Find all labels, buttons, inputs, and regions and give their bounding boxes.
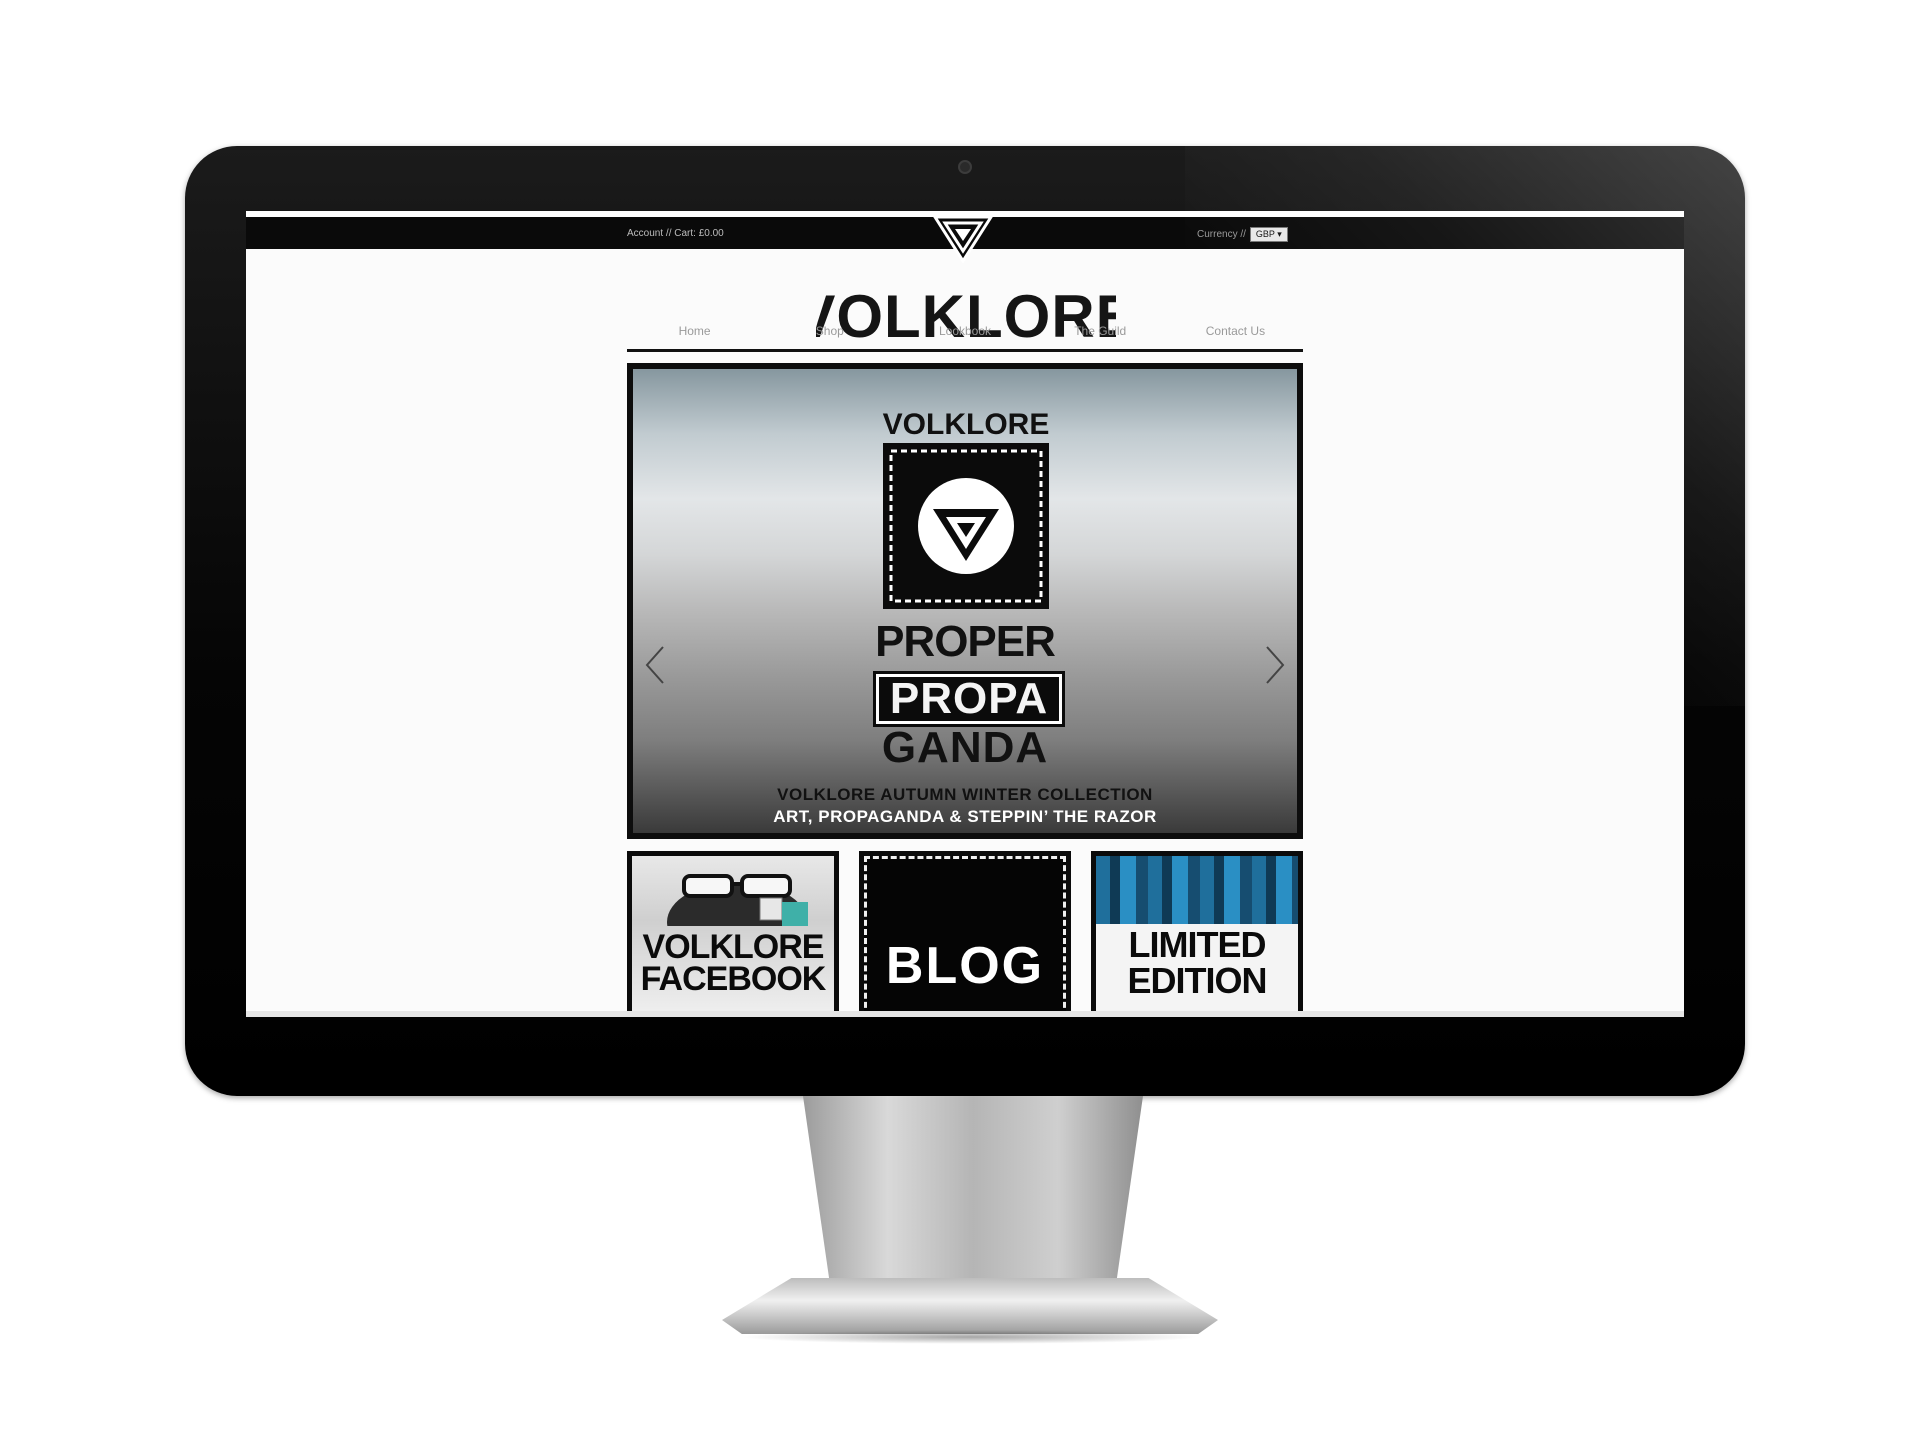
chevron-left-icon[interactable] [645, 645, 665, 685]
triangle-logo-icon[interactable] [931, 211, 995, 263]
tile-limited-edition[interactable]: LIMITED EDITION [1091, 851, 1303, 1017]
hero-line-proper: PROPER [875, 617, 1056, 666]
browser-screen: Account // Cart: £0.00 Currency // GBP ▾… [246, 211, 1684, 1017]
currency-dropdown[interactable]: GBP ▾ [1249, 227, 1288, 242]
tile-limited-inner: LIMITED EDITION [1096, 856, 1298, 1017]
hero-brand: VOLKLORE [883, 408, 1050, 437]
tile-blog-label: BLOG [885, 937, 1045, 995]
hero-emblem-icon [883, 443, 1049, 609]
hero-brand-text: VOLKLORE [883, 408, 1050, 437]
nav-contact-us[interactable]: Contact Us [1168, 324, 1303, 338]
hero-caption-collection: VOLKLORE AUTUMN WINTER COLLECTION [777, 785, 1153, 804]
currency-selector: Currency // GBP ▾ [1197, 227, 1288, 242]
currency-label: Currency // [1197, 229, 1246, 240]
main-nav: Home Shop Lookbook The Guild Contact Us [627, 317, 1303, 345]
monitor-stand-neck [803, 1096, 1143, 1286]
hero-line-propa: PROPA [873, 671, 1065, 727]
nav-divider [627, 349, 1303, 352]
tile-limited-pattern [1096, 856, 1298, 924]
monitor-stand-base [722, 1278, 1218, 1334]
tile-facebook[interactable]: VOLKLORE FACEBOOK [627, 851, 839, 1017]
tile-facebook-portrait [667, 874, 808, 926]
hero-line-ganda: GANDA [881, 723, 1049, 772]
screen-bottom-edge [246, 1011, 1684, 1017]
stand-shadow [740, 1330, 1200, 1344]
hero-slider[interactable]: VOLKLORE PROPER PROPA GANDA VOLKLORE AUT… [627, 363, 1303, 839]
hero-slide: VOLKLORE PROPER PROPA GANDA VOLKLORE AUT… [633, 369, 1297, 833]
webcam-icon [958, 160, 972, 174]
tile-limited-line2: EDITION [1127, 960, 1267, 1001]
nav-shop[interactable]: Shop [762, 324, 897, 338]
tile-blog-inner: BLOG [864, 856, 1066, 1017]
monitor-bezel: Account // Cart: £0.00 Currency // GBP ▾… [185, 146, 1745, 1096]
nav-lookbook[interactable]: Lookbook [897, 324, 1032, 338]
tile-blog[interactable]: BLOG [859, 851, 1071, 1017]
nav-the-guild[interactable]: The Guild [1033, 324, 1168, 338]
tile-facebook-line2: FACEBOOK [640, 960, 827, 998]
tile-facebook-inner: VOLKLORE FACEBOOK [632, 856, 834, 1017]
hero-caption-tagline: ART, PROPAGANDA & STEPPIN’ THE RAZOR [773, 807, 1157, 826]
nav-home[interactable]: Home [627, 324, 762, 338]
account-cart-link[interactable]: Account // Cart: £0.00 [627, 228, 724, 239]
chevron-right-icon[interactable] [1265, 645, 1285, 685]
